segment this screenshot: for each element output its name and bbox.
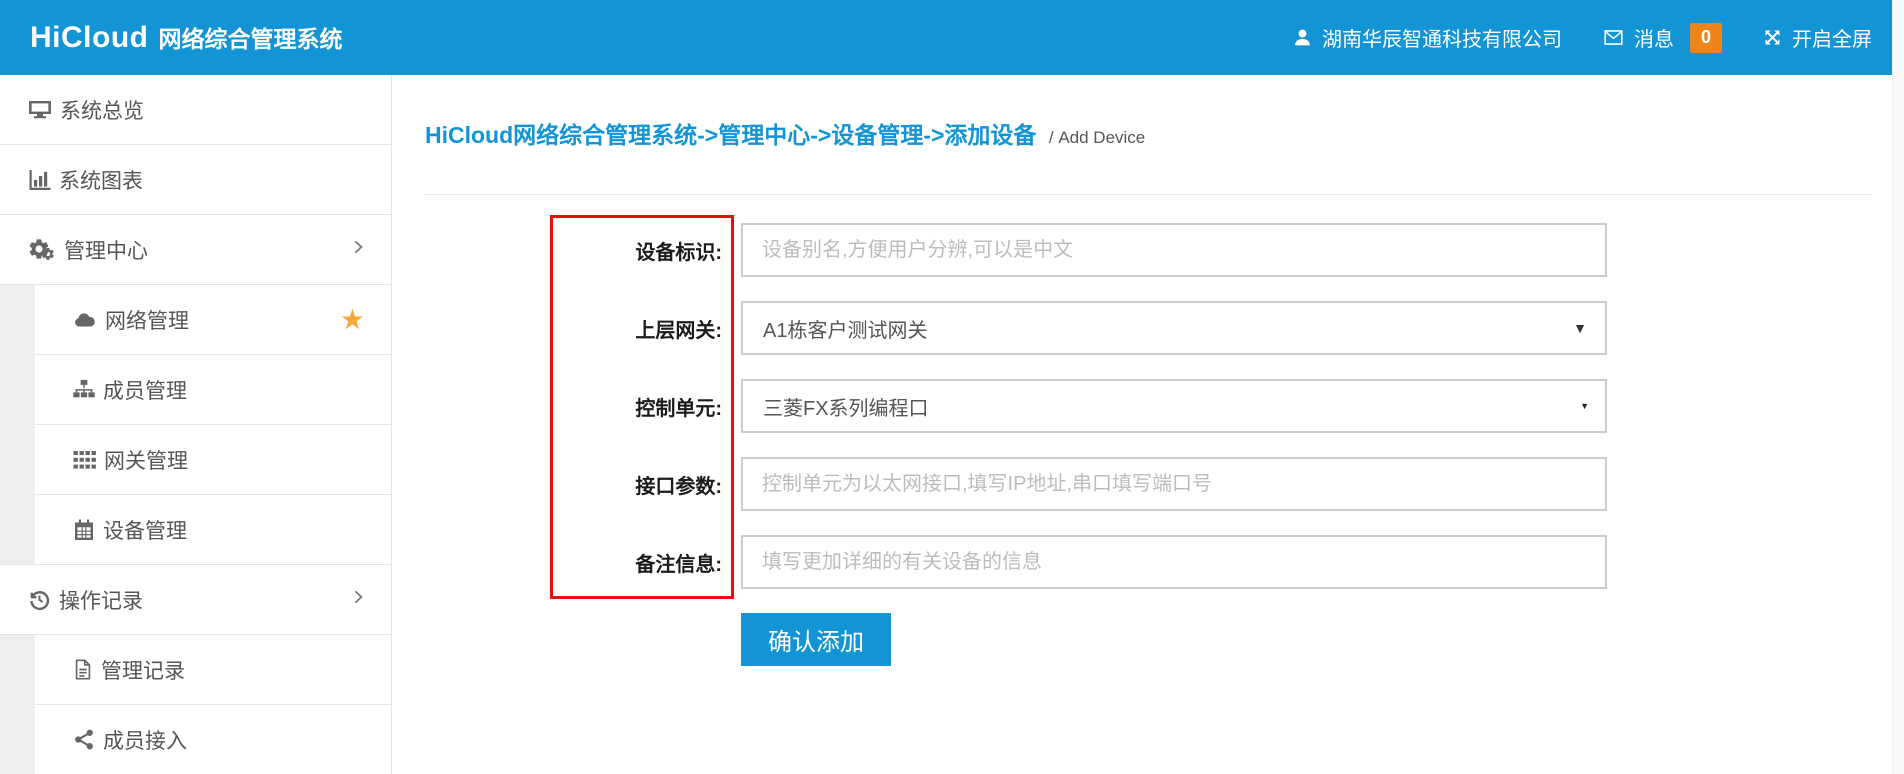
form-row-control-unit: 控制单元: 三菱FX系列编程口 ▼ xyxy=(423,379,1872,433)
sidebar-item-gateway-mgmt[interactable]: 网关管理 xyxy=(0,425,391,495)
logo-subtitle: 网络综合管理系统 xyxy=(158,20,342,54)
form-row-upper-gateway: 上层网关: A1栋客户测试网关 ▼ xyxy=(423,301,1872,355)
confirm-add-button[interactable]: 确认添加 xyxy=(741,613,891,666)
sidebar-item-system-overview[interactable]: 系统总览 xyxy=(0,75,391,145)
form-row-remark: 备注信息: xyxy=(423,535,1872,589)
fullscreen-expand-icon xyxy=(1762,27,1783,48)
upper-gateway-label: 上层网关: xyxy=(423,301,741,355)
dropdown-arrow-icon: ▼ xyxy=(1573,320,1587,336)
calendar-icon xyxy=(72,518,96,542)
chevron-right-icon xyxy=(349,238,367,262)
interface-params-label: 接口参数: xyxy=(423,457,741,511)
device-name-label: 设备标识: xyxy=(423,223,741,277)
share-icon xyxy=(72,728,96,751)
account-menu[interactable]: 湖南华辰智通科技有限公司 xyxy=(1292,23,1562,52)
sidebar-nav: 系统总览系统图表管理中心网络管理 ★ 成员管理网关管理设备管理操作记录管理记录成员接… xyxy=(0,75,392,774)
sidebar-item-member-access[interactable]: 成员接入 xyxy=(0,705,391,774)
control-unit-label: 控制单元: xyxy=(423,379,741,433)
sidebar-item-operation-log[interactable]: 操作记录 xyxy=(0,565,391,635)
user-icon xyxy=(1292,27,1313,48)
scrollbar-track[interactable] xyxy=(1892,0,1904,774)
sitemap-icon xyxy=(72,378,96,401)
favorite-star-icon[interactable]: ★ xyxy=(340,306,365,334)
sidebar-item-label: 成员管理 xyxy=(103,375,187,405)
sidebar-item-admin-center[interactable]: 管理中心 xyxy=(0,215,391,285)
grid-icon xyxy=(72,449,97,471)
bar-chart-icon xyxy=(27,168,52,192)
logo-brand: HiCloud xyxy=(30,21,148,55)
envelope-icon xyxy=(1602,27,1625,48)
main-content: HiCloud网络综合管理系统->管理中心->设备管理->添加设备 / Add … xyxy=(393,75,1892,774)
sidebar-item-label: 成员接入 xyxy=(103,725,187,755)
control-unit-selected-value: 三菱FX系列编程口 xyxy=(763,392,929,421)
sidebar-item-admin-log[interactable]: 管理记录 xyxy=(0,635,391,705)
sidebar-item-member-mgmt[interactable]: 成员管理 xyxy=(0,355,391,425)
sidebar-item-label: 管理记录 xyxy=(101,655,185,685)
history-icon xyxy=(27,588,52,612)
message-count-badge: 0 xyxy=(1690,23,1722,53)
form-row-interface-params: 接口参数: xyxy=(423,457,1872,511)
sidebar-item-device-mgmt[interactable]: 设备管理 xyxy=(0,495,391,565)
upper-gateway-selected-value: A1栋客户测试网关 xyxy=(763,314,927,343)
document-icon xyxy=(72,658,94,681)
sidebar-item-label: 管理中心 xyxy=(64,235,148,265)
sidebar-item-label: 操作记录 xyxy=(59,585,143,615)
sidebar-item-network-mgmt[interactable]: 网络管理 ★ xyxy=(0,285,391,355)
breadcrumb: HiCloud网络综合管理系统->管理中心->设备管理->添加设备 / Add … xyxy=(423,75,1872,195)
add-device-form: 设备标识: 上层网关: A1栋客户测试网关 ▼ 控制单元: 三菱FX系列编程口 ▼ 接口参数:… xyxy=(423,223,1872,666)
upper-gateway-select[interactable]: A1栋客户测试网关 ▼ xyxy=(741,301,1607,355)
company-name: 湖南华辰智通科技有限公司 xyxy=(1322,23,1562,52)
messages-label: 消息 xyxy=(1634,23,1674,52)
fullscreen-label: 开启全屏 xyxy=(1792,23,1872,52)
breadcrumb-suffix: / Add Device xyxy=(1049,128,1145,147)
fullscreen-button[interactable]: 开启全屏 xyxy=(1762,23,1872,52)
control-unit-select[interactable]: 三菱FX系列编程口 ▼ xyxy=(741,379,1607,433)
breadcrumb-path: HiCloud网络综合管理系统->管理中心->设备管理->添加设备 xyxy=(425,122,1036,148)
remark-label: 备注信息: xyxy=(423,535,741,589)
cloud-icon xyxy=(72,308,98,332)
dropdown-arrow-icon: ▼ xyxy=(1580,401,1589,411)
remark-input[interactable] xyxy=(741,535,1607,589)
sidebar-item-system-charts[interactable]: 系统图表 xyxy=(0,145,391,215)
sidebar-item-label: 网关管理 xyxy=(104,445,188,475)
desktop-icon xyxy=(27,98,53,122)
sidebar-item-label: 系统图表 xyxy=(59,165,143,195)
header-actions: 湖南华辰智通科技有限公司 消息 0 开启全屏 xyxy=(1292,23,1872,53)
sidebar-item-label: 系统总览 xyxy=(60,95,144,125)
top-header: HiCloud 网络综合管理系统 湖南华辰智通科技有限公司 消息 0 开启全屏 xyxy=(0,0,1892,75)
chevron-right-icon xyxy=(349,588,367,612)
interface-params-input[interactable] xyxy=(741,457,1607,511)
app-logo[interactable]: HiCloud 网络综合管理系统 xyxy=(30,20,342,55)
device-name-input[interactable] xyxy=(741,223,1607,277)
sidebar-item-label: 网络管理 xyxy=(105,305,189,335)
gears-icon xyxy=(27,237,57,262)
form-row-device-name: 设备标识: xyxy=(423,223,1872,277)
sidebar-item-label: 设备管理 xyxy=(103,515,187,545)
messages-button[interactable]: 消息 0 xyxy=(1602,23,1722,53)
